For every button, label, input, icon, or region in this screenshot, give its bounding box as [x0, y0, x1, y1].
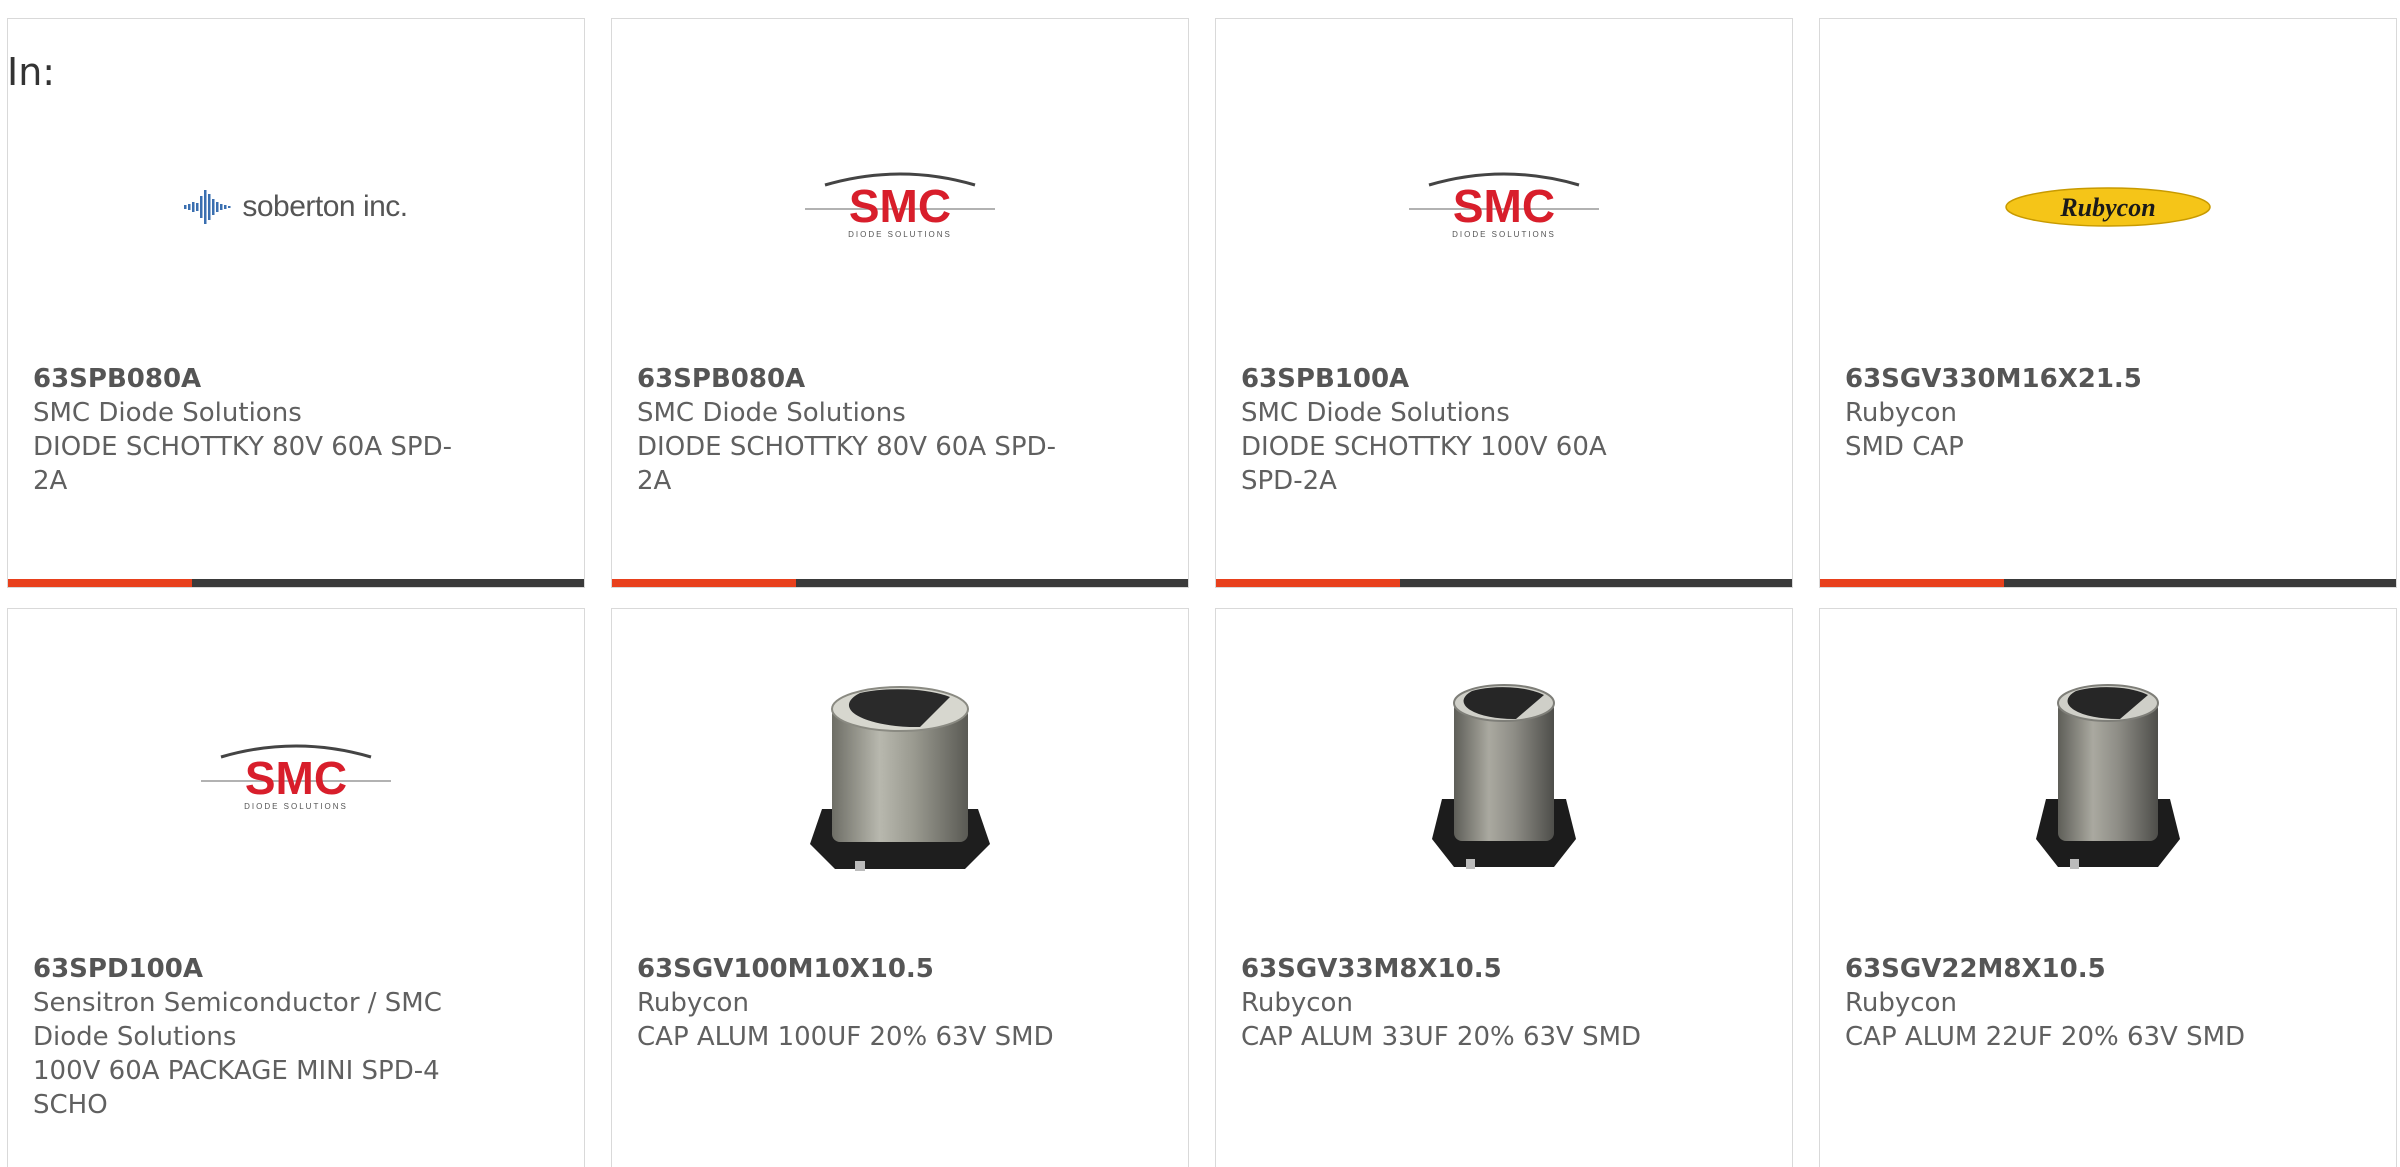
- part-number[interactable]: 63SGV330M16X21.5: [1845, 362, 2276, 396]
- capacitor-icon: [2008, 679, 2208, 879]
- product-info: 63SGV22M8X10.5 Rubycon CAP ALUM 22UF 20%…: [1845, 952, 2276, 1054]
- part-number[interactable]: 63SPB100A: [1241, 362, 1672, 396]
- capacitor-icon: [800, 679, 1000, 879]
- smc-logo: SMC DIODE SOLUTIONS: [191, 739, 401, 819]
- progress-bar: [8, 579, 584, 587]
- part-number[interactable]: 63SPB080A: [637, 362, 1068, 396]
- product-info: 63SGV100M10X10.5 Rubycon CAP ALUM 100UF …: [637, 952, 1068, 1054]
- manufacturer-logo: Rubycon: [1820, 107, 2396, 307]
- svg-text:SMC: SMC: [245, 752, 347, 804]
- manufacturer: SMC Diode Solutions: [637, 398, 906, 428]
- product-card[interactable]: SMC DIODE SOLUTIONS 63SPD100A Sensitron …: [7, 608, 585, 1167]
- description: DIODE SCHOTTKY 100V 60A SPD-2A: [1241, 432, 1607, 496]
- svg-text:SMC: SMC: [1453, 180, 1555, 232]
- product-card[interactable]: Rubycon 63SGV330M16X21.5 Rubycon SMD CAP: [1819, 18, 2397, 588]
- description: SMD CAP: [1845, 432, 1964, 462]
- product-image: [1216, 679, 1792, 879]
- rubycon-logo: Rubycon: [2003, 185, 2213, 229]
- product-info: 63SPB080A SMC Diode Solutions DIODE SCHO…: [637, 362, 1068, 498]
- smc-logo: SMC DIODE SOLUTIONS: [1399, 167, 1609, 247]
- progress-bar: [612, 579, 1188, 587]
- description: CAP ALUM 33UF 20% 63V SMD: [1241, 1022, 1642, 1052]
- part-number[interactable]: 63SPD100A: [33, 952, 464, 986]
- part-number[interactable]: 63SPB080A: [33, 362, 464, 396]
- product-card[interactable]: SMC DIODE SOLUTIONS 63SPB100A SMC Diode …: [1215, 18, 1793, 588]
- part-number[interactable]: 63SGV100M10X10.5: [637, 952, 1068, 986]
- description: DIODE SCHOTTKY 80V 60A SPD-2A: [33, 432, 452, 496]
- logo-text: soberton inc.: [242, 190, 408, 223]
- product-card[interactable]: 63SGV22M8X10.5 Rubycon CAP ALUM 22UF 20%…: [1819, 608, 2397, 1167]
- description: CAP ALUM 22UF 20% 63V SMD: [1845, 1022, 2246, 1052]
- manufacturer: Rubycon: [637, 988, 749, 1018]
- progress-fill: [1216, 579, 1401, 587]
- svg-text:SMC: SMC: [849, 180, 951, 232]
- manufacturer-logo: soberton inc.: [8, 107, 584, 307]
- description: 100V 60A PACKAGE MINI SPD-4 SCHO: [33, 1056, 440, 1120]
- smc-logo: SMC DIODE SOLUTIONS: [795, 167, 1005, 247]
- product-info: 63SGV33M8X10.5 Rubycon CAP ALUM 33UF 20%…: [1241, 952, 1672, 1054]
- progress-fill: [1820, 579, 2005, 587]
- progress-bar: [1820, 579, 2396, 587]
- manufacturer: SMC Diode Solutions: [33, 398, 302, 428]
- product-info: 63SGV330M16X21.5 Rubycon SMD CAP: [1845, 362, 2276, 464]
- progress-bar: [1216, 579, 1792, 587]
- progress-fill: [612, 579, 797, 587]
- product-card[interactable]: SMC DIODE SOLUTIONS 63SPB080A SMC Diode …: [611, 18, 1189, 588]
- manufacturer-logo: SMC DIODE SOLUTIONS: [8, 679, 584, 879]
- svg-text:DIODE SOLUTIONS: DIODE SOLUTIONS: [848, 230, 952, 239]
- manufacturer: Sensitron Semiconductor / SMC Diode Solu…: [33, 988, 442, 1052]
- product-card[interactable]: 63SGV33M8X10.5 Rubycon CAP ALUM 33UF 20%…: [1215, 608, 1793, 1167]
- description: DIODE SCHOTTKY 80V 60A SPD-2A: [637, 432, 1056, 496]
- part-number[interactable]: 63SGV22M8X10.5: [1845, 952, 2276, 986]
- product-image: [1820, 679, 2396, 879]
- in-label: In:: [7, 50, 56, 94]
- product-info: 63SPD100A Sensitron Semiconductor / SMC …: [33, 952, 464, 1122]
- svg-text:Rubycon: Rubycon: [2059, 193, 2155, 222]
- manufacturer-logo: SMC DIODE SOLUTIONS: [1216, 107, 1792, 307]
- progress-fill: [8, 579, 193, 587]
- soundwave-icon: [184, 190, 231, 224]
- manufacturer: SMC Diode Solutions: [1241, 398, 1510, 428]
- product-grid-page: In: soberton inc. 63SPB080A SMC Diode So…: [0, 0, 2400, 1167]
- description: CAP ALUM 100UF 20% 63V SMD: [637, 1022, 1054, 1052]
- product-card[interactable]: 63SGV100M10X10.5 Rubycon CAP ALUM 100UF …: [611, 608, 1189, 1167]
- svg-text:DIODE SOLUTIONS: DIODE SOLUTIONS: [244, 802, 348, 811]
- capacitor-icon: [1404, 679, 1604, 879]
- soberton-logo: soberton inc.: [184, 190, 408, 224]
- svg-text:DIODE SOLUTIONS: DIODE SOLUTIONS: [1452, 230, 1556, 239]
- product-card[interactable]: soberton inc. 63SPB080A SMC Diode Soluti…: [7, 18, 585, 588]
- product-image: [612, 679, 1188, 879]
- manufacturer: Rubycon: [1241, 988, 1353, 1018]
- product-info: 63SPB080A SMC Diode Solutions DIODE SCHO…: [33, 362, 464, 498]
- product-info: 63SPB100A SMC Diode Solutions DIODE SCHO…: [1241, 362, 1672, 498]
- manufacturer: Rubycon: [1845, 988, 1957, 1018]
- manufacturer: Rubycon: [1845, 398, 1957, 428]
- part-number[interactable]: 63SGV33M8X10.5: [1241, 952, 1672, 986]
- manufacturer-logo: SMC DIODE SOLUTIONS: [612, 107, 1188, 307]
